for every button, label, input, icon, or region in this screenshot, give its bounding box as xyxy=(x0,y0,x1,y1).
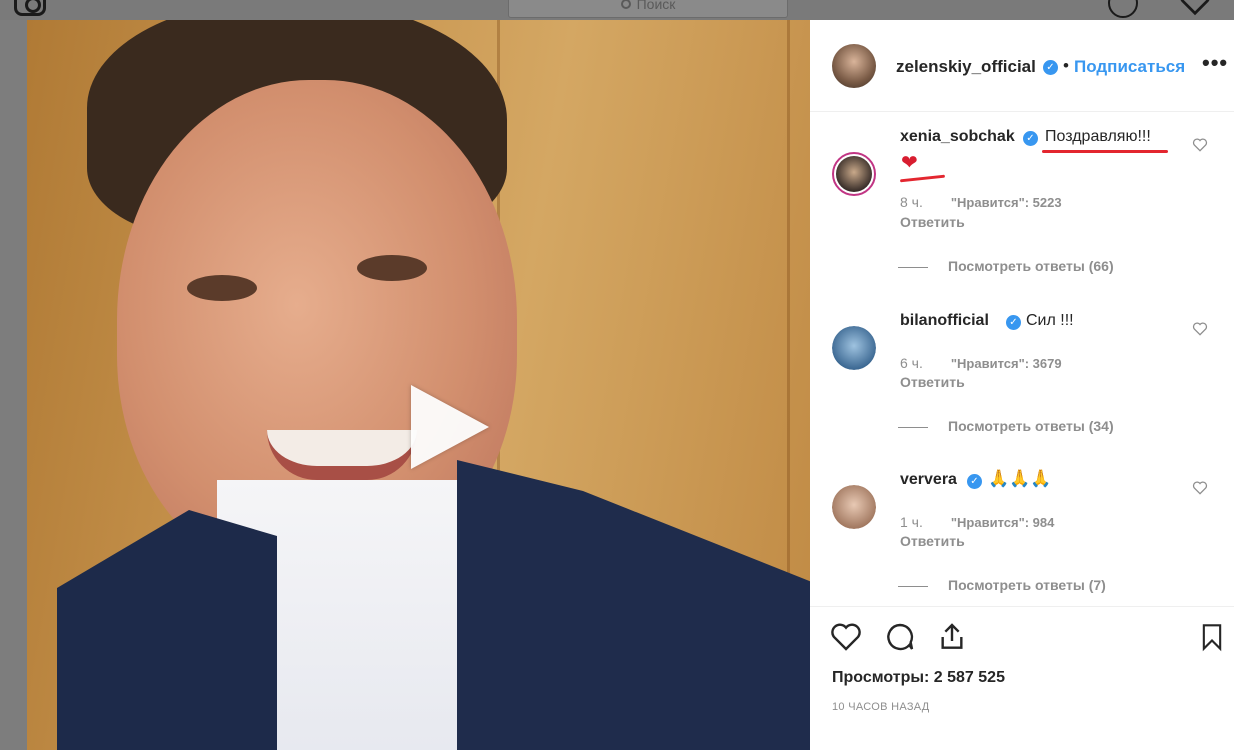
top-navigation-bar: Поиск xyxy=(0,0,1234,20)
explore-compass-icon[interactable] xyxy=(1108,0,1138,18)
reply-button[interactable]: Ответить xyxy=(900,374,965,390)
comment-likes[interactable]: "Нравится": 984 xyxy=(951,515,1055,530)
comment-meta: 6 ч. "Нравится": 3679 xyxy=(900,355,1062,371)
comment-text: Поздравляю!!! xyxy=(1045,128,1151,145)
save-bookmark-icon[interactable] xyxy=(1198,621,1226,653)
comment-meta: 8 ч. "Нравится": 5223 xyxy=(900,194,1062,210)
like-heart-icon[interactable] xyxy=(830,621,862,653)
video-person-eye xyxy=(187,275,257,301)
post-side-panel: zelenskiy_official ✓ • Подписаться ••• x… xyxy=(810,20,1234,750)
comment-likes[interactable]: "Нравится": 3679 xyxy=(951,356,1062,371)
views-count: Просмотры: 2 587 525 xyxy=(832,669,1005,686)
post-actions-bar: Просмотры: 2 587 525 10 ЧАСОВ НАЗАД xyxy=(810,606,1234,750)
comment-bubble-icon[interactable] xyxy=(884,621,916,653)
video-person-eye xyxy=(357,255,427,281)
red-highlight-underline xyxy=(1042,150,1168,153)
comment-time: 6 ч. xyxy=(900,355,923,371)
activity-heart-icon[interactable] xyxy=(1178,0,1212,16)
reply-button[interactable]: Ответить xyxy=(900,533,965,549)
commenter-username[interactable]: bilanofficial xyxy=(900,312,989,330)
share-icon[interactable] xyxy=(936,621,968,653)
view-replies-label: Посмотреть ответы (7) xyxy=(948,577,1106,593)
commenter-username[interactable]: ververa xyxy=(900,471,957,489)
post-video[interactable] xyxy=(27,20,810,750)
verified-badge-icon: ✓ xyxy=(967,474,982,489)
commenter-avatar[interactable] xyxy=(832,152,876,196)
commenter-avatar[interactable] xyxy=(832,326,876,370)
view-replies-label: Посмотреть ответы (66) xyxy=(948,258,1114,274)
reply-button[interactable]: Ответить xyxy=(900,214,965,230)
verified-badge-icon: ✓ xyxy=(1006,315,1021,330)
video-person-jacket-left xyxy=(57,510,277,750)
comment-like-heart-icon[interactable] xyxy=(1192,322,1208,336)
play-button-icon[interactable] xyxy=(411,385,489,469)
post-timestamp: 10 ЧАСОВ НАЗАД xyxy=(832,701,930,713)
heart-emoji: ❤ xyxy=(901,152,918,174)
comment-meta: 1 ч. "Нравится": 984 xyxy=(900,514,1054,530)
view-replies-button[interactable]: Посмотреть ответы (7) xyxy=(898,577,1106,593)
instagram-logo-icon[interactable] xyxy=(14,0,46,16)
comment-time: 1 ч. xyxy=(900,514,923,530)
search-placeholder: Поиск xyxy=(636,0,676,12)
verified-badge-icon: ✓ xyxy=(1043,60,1058,75)
commenter-username[interactable]: xenia_sobchak xyxy=(900,128,1015,146)
comment-like-heart-icon[interactable] xyxy=(1192,138,1208,152)
more-options-icon[interactable]: ••• xyxy=(1202,50,1228,76)
search-input[interactable]: Поиск xyxy=(508,0,788,18)
follow-button[interactable]: Подписаться xyxy=(1074,57,1185,77)
post-header: zelenskiy_official ✓ • Подписаться ••• xyxy=(810,20,1234,112)
verified-badge-icon: ✓ xyxy=(1023,131,1038,146)
commenter-avatar[interactable] xyxy=(832,485,876,529)
comment-text: 🙏🙏🙏 xyxy=(988,469,1052,488)
view-replies-button[interactable]: Посмотреть ответы (34) xyxy=(898,418,1114,434)
view-replies-label: Посмотреть ответы (34) xyxy=(948,418,1114,434)
search-icon xyxy=(620,0,631,9)
author-avatar[interactable] xyxy=(832,44,876,88)
red-highlight-underline xyxy=(899,174,946,183)
comment-text: Сил !!! xyxy=(1026,312,1074,329)
comment-like-heart-icon[interactable] xyxy=(1192,481,1208,495)
view-replies-button[interactable]: Посмотреть ответы (66) xyxy=(898,258,1114,274)
separator-dot: • xyxy=(1063,56,1069,75)
author-username[interactable]: zelenskiy_official xyxy=(896,57,1036,77)
comment-time: 8 ч. xyxy=(900,194,923,210)
comment-likes[interactable]: "Нравится": 5223 xyxy=(951,195,1062,210)
video-person-jacket-right xyxy=(457,460,810,750)
